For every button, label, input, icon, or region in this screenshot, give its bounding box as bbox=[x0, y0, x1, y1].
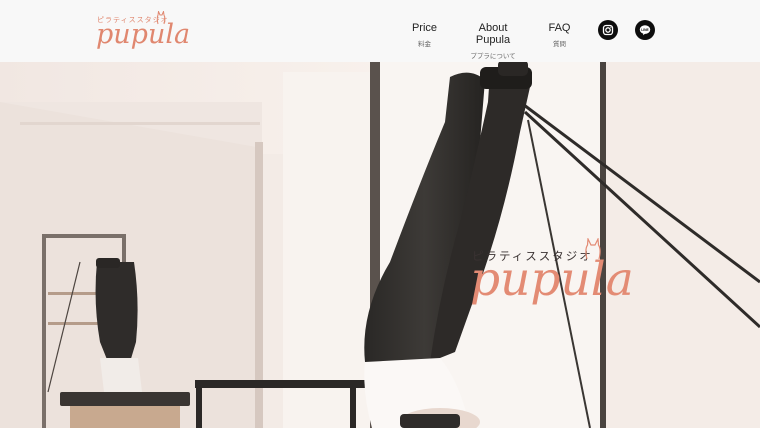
nav-about[interactable]: About Pupula ププラについて bbox=[461, 22, 525, 60]
hero-banner: ピラティススタジオ pupula bbox=[0, 62, 760, 428]
nav-price-sublabel: 料金 bbox=[418, 40, 431, 48]
nav-about-sublabel: ププラについて bbox=[470, 52, 516, 60]
nav-faq-label: FAQ bbox=[548, 22, 571, 34]
nav-faq-sublabel: 質問 bbox=[553, 40, 566, 48]
logo-wordmark: pupula bbox=[96, 19, 191, 50]
instagram-icon bbox=[602, 24, 614, 36]
site-header: ピラティススタジオ pupula Price 料金 About Pupula プ… bbox=[0, 0, 760, 62]
header-logo[interactable]: ピラティススタジオ pupula bbox=[94, 10, 194, 52]
nav-price-label: Price bbox=[411, 22, 438, 34]
line-icon-label: LINE bbox=[641, 28, 649, 32]
nav-faq[interactable]: FAQ 質問 bbox=[543, 22, 576, 48]
hero-logo-wordmark: pupula bbox=[470, 252, 634, 307]
line-icon: LINE bbox=[639, 25, 651, 36]
hero-logo: ピラティススタジオ pupula bbox=[470, 238, 660, 308]
nav-price[interactable]: Price 料金 bbox=[408, 22, 441, 48]
line-link[interactable]: LINE bbox=[635, 20, 655, 40]
instagram-link[interactable] bbox=[598, 20, 618, 40]
bunny-icon bbox=[156, 11, 166, 25]
bunny-icon bbox=[585, 238, 601, 260]
nav-about-label: About Pupula bbox=[475, 22, 511, 46]
